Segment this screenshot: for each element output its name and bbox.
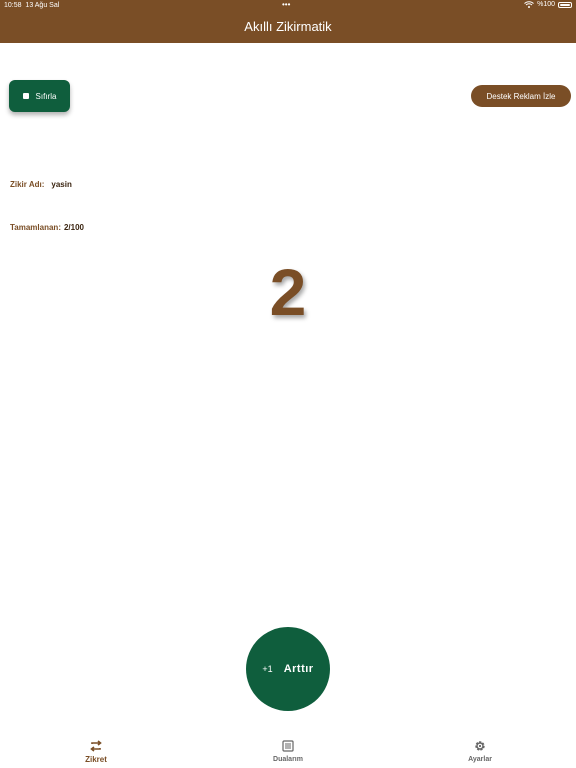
increment-label: Arttır (283, 663, 314, 675)
status-time: 10:58 13 Ağu Sal (4, 2, 59, 9)
counter-display: 2 (269, 255, 307, 329)
completed-label: Tamamlanan: (10, 223, 61, 232)
reset-button-label: Sıfırla (35, 91, 57, 101)
zikir-name-label: Zikir Adı: (10, 180, 45, 189)
plus-one-text: +1 (262, 664, 273, 674)
tab-ayarlar-label: Ayarlar (468, 756, 492, 763)
zikir-name-row: Zikir Adı: yasin (10, 180, 72, 189)
gear-icon (475, 741, 485, 751)
repeat-icon (90, 740, 102, 752)
status-clock: 10:58 (4, 2, 22, 9)
increment-button[interactable]: +1 Arttır (246, 627, 330, 711)
tab-ayarlar[interactable]: Ayarlar (440, 733, 520, 768)
top-app-bar: 10:58 13 Ağu Sal ••• %100 Akıllı Zikirma… (0, 0, 576, 43)
battery-percent: %100 (537, 1, 555, 8)
page-title: Akıllı Zikirmatik (244, 19, 332, 34)
multitasking-dots[interactable]: ••• (282, 0, 290, 9)
status-indicators: %100 (524, 1, 572, 8)
list-icon (282, 740, 294, 752)
completed-value: 2/100 (63, 223, 85, 232)
completed-row: Tamamlanan: 2/100 (10, 223, 84, 232)
tab-zikret-label: Zikret (85, 755, 107, 764)
battery-icon (558, 1, 572, 8)
status-date: 13 Ağu Sal (25, 2, 60, 9)
stop-icon (22, 93, 29, 99)
zikir-name-value: yasin (51, 180, 72, 189)
reset-button[interactable]: Sıfırla (9, 80, 70, 112)
watch-ad-button[interactable]: Destek Reklam İzle (471, 85, 571, 107)
bottom-tab-bar: Zikret Dualarım Ayarlar (0, 733, 576, 768)
wifi-icon (524, 1, 534, 8)
tab-dualarim-label: Dualarım (273, 756, 303, 763)
tab-zikret[interactable]: Zikret (56, 733, 136, 768)
tab-dualarim[interactable]: Dualarım (248, 733, 328, 768)
